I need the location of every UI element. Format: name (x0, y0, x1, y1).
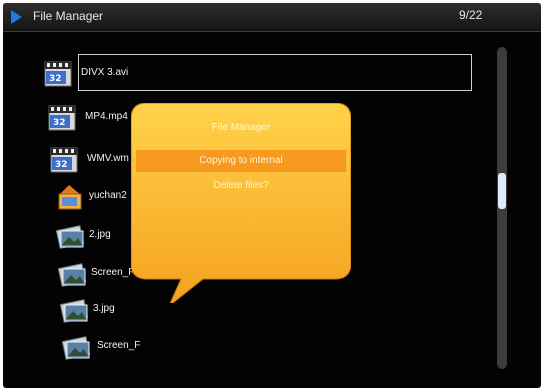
video-file-icon: 32 (44, 61, 72, 87)
svg-text:32: 32 (49, 74, 62, 84)
file-name: 3.jpg (93, 303, 115, 314)
file-name: MP4.mp4 (85, 111, 128, 122)
file-name: WMV.wm (87, 153, 129, 164)
folder-icon (58, 185, 82, 210)
file-name: Screen_F (97, 340, 141, 351)
scrollbar-thumb[interactable] (498, 173, 506, 209)
svg-text:32: 32 (53, 118, 66, 128)
video-file-icon: 32 (50, 147, 78, 173)
video-file-icon: 32 (48, 105, 76, 131)
file-name: DIVX 3.avi (81, 67, 129, 78)
selection-highlight (78, 54, 472, 91)
dialog-title: File Manager (211, 122, 271, 133)
file-name: 2.jpg (89, 229, 111, 240)
scrollbar[interactable] (497, 47, 507, 369)
image-file-icon (55, 225, 85, 249)
context-dialog: File Manager Copying to internal Delete … (131, 103, 351, 303)
image-file-icon (59, 299, 89, 323)
svg-text:32: 32 (55, 160, 68, 170)
image-file-icon (61, 336, 91, 360)
menu-item-copy-internal[interactable]: Copying to internal (136, 150, 346, 172)
dialog-bubble (131, 103, 351, 303)
tv-screen: File Manager 9/22 32 DIVX 3.avi 32 MP4.m… (3, 3, 541, 388)
file-name: yuchan2 (89, 190, 127, 201)
file-name: Screen_F (91, 267, 135, 278)
image-file-icon (57, 263, 87, 287)
menu-item-delete-files[interactable]: Delete files? (136, 176, 346, 196)
